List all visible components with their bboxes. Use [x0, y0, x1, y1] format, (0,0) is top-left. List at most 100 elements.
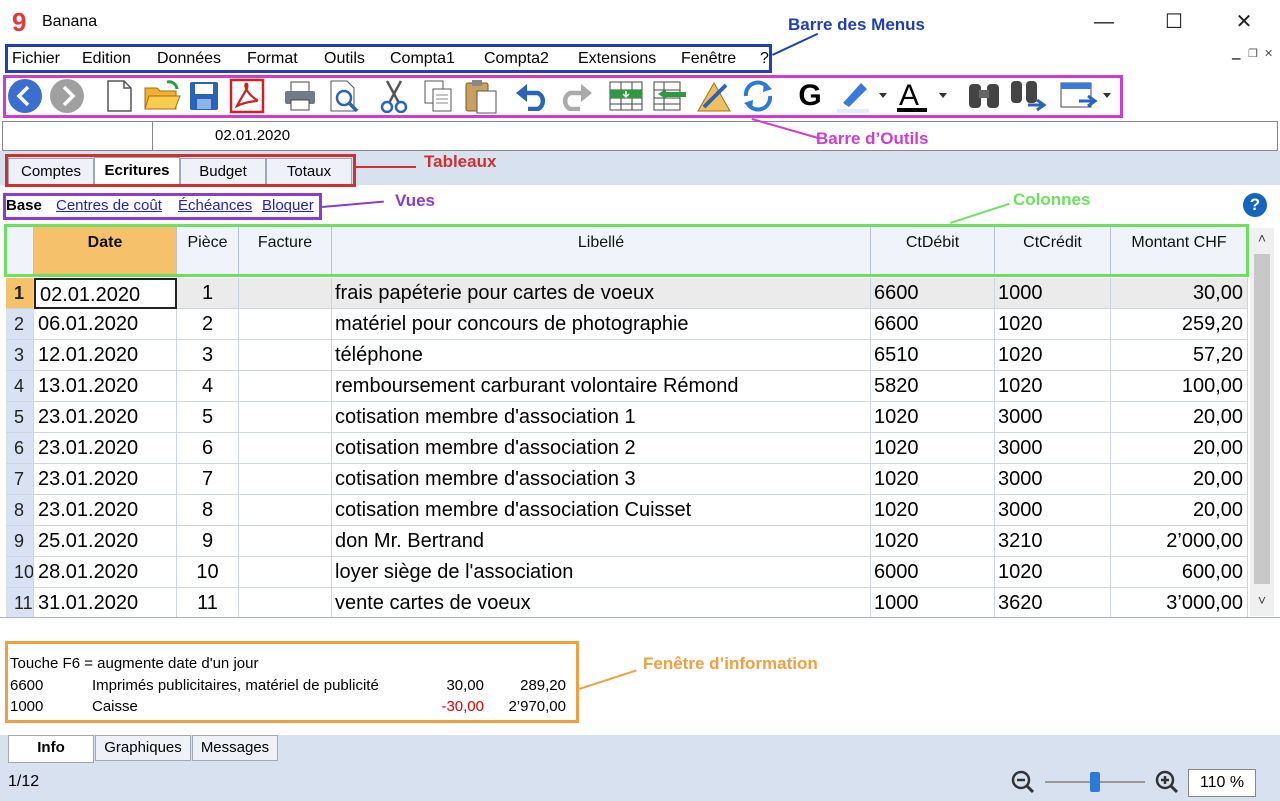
cell-facture[interactable] [239, 433, 332, 464]
cell-edit-bar [2, 121, 1278, 151]
cell-date[interactable]: 13.01.2020 [34, 371, 177, 402]
annotation-box-info [5, 641, 579, 723]
cell-ctdebit[interactable]: 6600 [871, 309, 995, 340]
cell-ctdebit[interactable]: 1020 [871, 526, 995, 557]
cell-libelle[interactable]: matériel pour concours de photographie [332, 309, 871, 340]
cell-ctcredit[interactable]: 1020 [995, 371, 1111, 402]
cell-date[interactable]: 23.01.2020 [34, 464, 177, 495]
cell-ctcredit[interactable]: 1020 [995, 557, 1111, 588]
status-bar [0, 765, 1280, 801]
scroll-down-icon[interactable]: ˅ [1252, 592, 1272, 616]
cell-ctdebit[interactable]: 1020 [871, 433, 995, 464]
cell-piece[interactable]: 7 [177, 464, 239, 495]
cell-date[interactable]: 25.01.2020 [34, 526, 177, 557]
cell-ctdebit[interactable]: 1020 [871, 495, 995, 526]
cell-piece[interactable]: 4 [177, 371, 239, 402]
mdi-close-icon[interactable]: ✕ [1264, 47, 1273, 60]
cell-montant[interactable]: 3’000,00 [1111, 588, 1248, 619]
cell-libelle[interactable]: frais papéterie pour cartes de voeux [332, 278, 871, 309]
cell-date[interactable]: 23.01.2020 [34, 433, 177, 464]
cell-ctcredit[interactable]: 3000 [995, 495, 1111, 526]
zoom-in-icon[interactable] [1155, 770, 1179, 794]
tab-messages[interactable]: Messages [192, 735, 278, 761]
cell-ctdebit[interactable]: 6600 [871, 278, 995, 309]
cell-libelle[interactable]: vente cartes de voeux [332, 588, 871, 619]
cell-montant[interactable]: 20,00 [1111, 433, 1248, 464]
cell-date[interactable]: 31.01.2020 [34, 588, 177, 619]
cell-facture[interactable] [239, 371, 332, 402]
cell-piece[interactable]: 9 [177, 526, 239, 557]
cell-montant[interactable]: 20,00 [1111, 464, 1248, 495]
cell-montant[interactable]: 600,00 [1111, 557, 1248, 588]
tab-info[interactable]: Info [8, 735, 94, 763]
maximize-icon[interactable]: ☐ [1162, 10, 1186, 34]
cell-facture[interactable] [239, 464, 332, 495]
cell-date[interactable]: 23.01.2020 [34, 495, 177, 526]
cell-piece[interactable]: 1 [177, 278, 239, 309]
cell-value[interactable]: 02.01.2020 [215, 127, 290, 144]
cell-ctcredit[interactable]: 3620 [995, 588, 1111, 619]
cell-libelle[interactable]: cotisation membre d'association 1 [332, 402, 871, 433]
tab-graphiques[interactable]: Graphiques [95, 735, 191, 761]
cell-facture[interactable] [239, 557, 332, 588]
cell-ctdebit[interactable]: 5820 [871, 371, 995, 402]
cell-piece[interactable]: 5 [177, 402, 239, 433]
cell-ctcredit[interactable]: 3000 [995, 433, 1111, 464]
cell-ctdebit[interactable]: 6510 [871, 340, 995, 371]
cell-montant[interactable]: 100,00 [1111, 371, 1248, 402]
cell-montant[interactable]: 20,00 [1111, 495, 1248, 526]
cell-piece[interactable]: 6 [177, 433, 239, 464]
cell-piece[interactable]: 8 [177, 495, 239, 526]
cell-date[interactable]: 23.01.2020 [34, 402, 177, 433]
mdi-restore-icon[interactable]: ❐ [1248, 47, 1258, 60]
help-icon[interactable]: ? [1243, 193, 1267, 217]
cell-ctcredit[interactable]: 1000 [995, 278, 1111, 309]
cell-ctdebit[interactable]: 1020 [871, 402, 995, 433]
cell-facture[interactable] [239, 309, 332, 340]
cell-piece[interactable]: 2 [177, 309, 239, 340]
cell-libelle[interactable]: téléphone [332, 340, 871, 371]
minimize-icon[interactable]: — [1092, 10, 1116, 34]
cell-libelle[interactable]: don Mr. Bertrand [332, 526, 871, 557]
mdi-minimize-icon[interactable]: ▁ [1232, 47, 1240, 60]
cell-facture[interactable] [239, 340, 332, 371]
cell-libelle[interactable]: cotisation membre d'association 2 [332, 433, 871, 464]
cell-piece[interactable]: 10 [177, 557, 239, 588]
cell-ctdebit[interactable]: 1020 [871, 464, 995, 495]
cell-ctcredit[interactable]: 3000 [995, 402, 1111, 433]
cell-ctdebit[interactable]: 1000 [871, 588, 995, 619]
cell-date[interactable]: 28.01.2020 [34, 557, 177, 588]
row-position: 1/12 [8, 773, 40, 790]
zoom-slider-thumb[interactable] [1090, 772, 1100, 792]
cell-libelle[interactable]: cotisation membre d'association 3 [332, 464, 871, 495]
zoom-out-icon[interactable] [1011, 770, 1035, 794]
cell-ctcredit[interactable]: 1020 [995, 309, 1111, 340]
cell-piece[interactable]: 3 [177, 340, 239, 371]
cell-ctdebit[interactable]: 6000 [871, 557, 995, 588]
cell-montant[interactable]: 259,20 [1111, 309, 1248, 340]
cell-date[interactable]: 12.01.2020 [34, 340, 177, 371]
cell-facture[interactable] [239, 278, 332, 309]
cell-facture[interactable] [239, 588, 332, 619]
cell-montant[interactable]: 57,20 [1111, 340, 1248, 371]
scrollbar-thumb[interactable] [1254, 254, 1270, 584]
cell-montant[interactable]: 20,00 [1111, 402, 1248, 433]
cell-libelle[interactable]: loyer siège de l'association [332, 557, 871, 588]
scroll-up-icon[interactable]: ˄ [1252, 230, 1272, 254]
cell-ctcredit[interactable]: 1020 [995, 340, 1111, 371]
close-icon[interactable]: ✕ [1232, 10, 1256, 34]
cell-libelle[interactable]: remboursement carburant volontaire Rémon… [332, 371, 871, 402]
cell-date[interactable]: 06.01.2020 [34, 309, 177, 340]
cell-montant[interactable]: 30,00 [1111, 278, 1248, 309]
cell-montant[interactable]: 2’000,00 [1111, 526, 1248, 557]
cell-libelle[interactable]: cotisation membre d'association Cuisset [332, 495, 871, 526]
cell-ctcredit[interactable]: 3000 [995, 464, 1111, 495]
cell-facture[interactable] [239, 526, 332, 557]
cell-ctcredit[interactable]: 3210 [995, 526, 1111, 557]
cell-date[interactable]: 02.01.2020 [34, 278, 177, 309]
zoom-level-field[interactable]: 110 % [1188, 769, 1256, 797]
annotation-box-columns [4, 224, 1249, 277]
cell-facture[interactable] [239, 495, 332, 526]
cell-facture[interactable] [239, 402, 332, 433]
cell-piece[interactable]: 11 [177, 588, 239, 619]
